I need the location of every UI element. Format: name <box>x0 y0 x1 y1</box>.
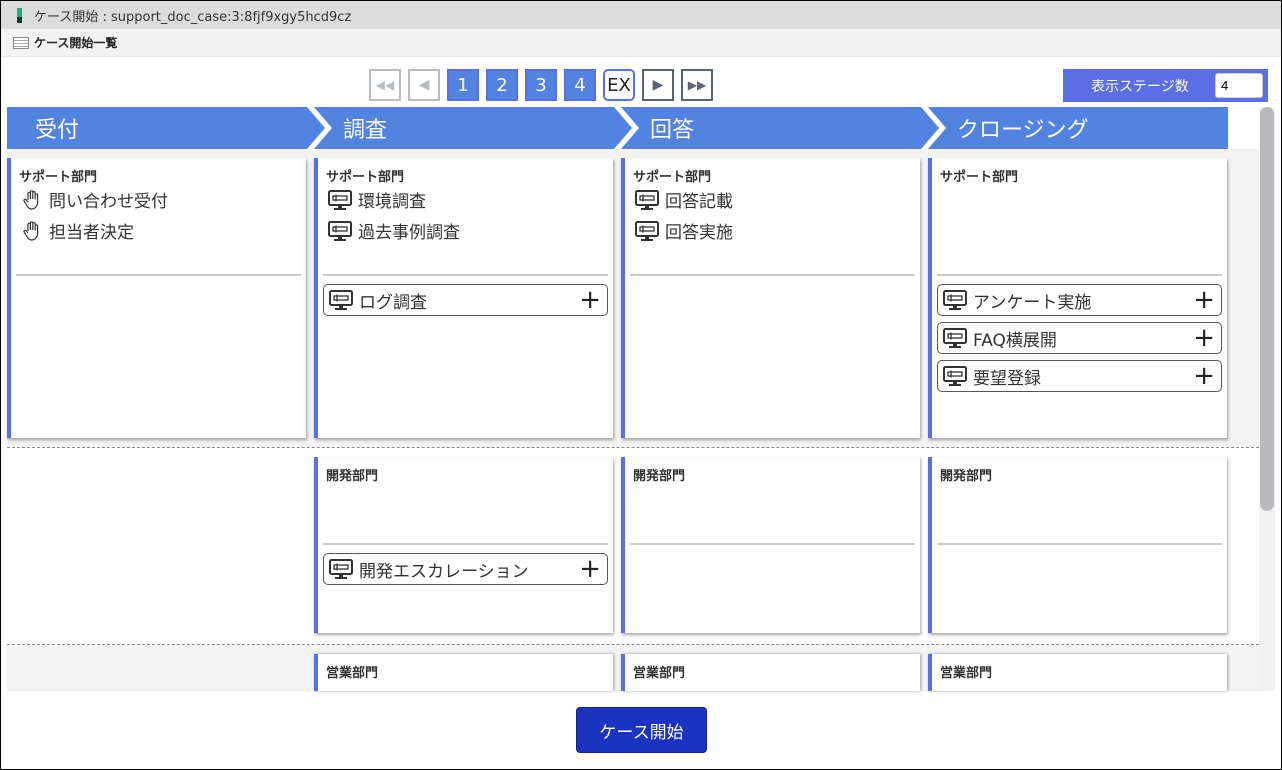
last-page-button[interactable]: ▶▶ <box>681 69 713 101</box>
card-divider <box>630 274 915 276</box>
department-label: 営業部門 <box>633 666 686 681</box>
subheader: ケース開始一覧 <box>1 29 1281 57</box>
department-label: 営業部門 <box>940 666 993 681</box>
stage-chousa: 調査 <box>343 118 388 143</box>
page-1-button[interactable]: 1 <box>447 69 479 101</box>
task-item[interactable]: 回答記載 <box>625 184 920 215</box>
stage-count-input[interactable] <box>1215 73 1263 98</box>
task-label: 過去事例調査 <box>358 223 460 243</box>
page-3-button[interactable]: 3 <box>525 69 557 101</box>
subheader-label: ケース開始一覧 <box>34 36 118 50</box>
task-label: 回答記載 <box>665 192 733 212</box>
monitor-icon <box>635 220 659 241</box>
stage-header: 受付 調査 回答 クロージング <box>7 107 1228 149</box>
monitor-icon <box>328 189 352 210</box>
window-title: ケース開始 : support_doc_case:3:8fjf9xgy5hcd9… <box>34 9 352 25</box>
optional-task-label: ログ調査 <box>359 292 427 313</box>
scrollbar-thumb[interactable] <box>1260 107 1274 511</box>
monitor-icon <box>328 220 352 241</box>
monitor-icon <box>635 189 659 210</box>
department-card: 営業部門 <box>314 654 613 691</box>
plus-icon[interactable]: + <box>1193 363 1215 389</box>
task-label: 回答実施 <box>665 223 733 243</box>
plus-icon[interactable]: + <box>1193 287 1215 313</box>
card-divider <box>16 274 301 276</box>
title-bar: ケース開始 : support_doc_case:3:8fjf9xgy5hcd9… <box>1 1 1281 29</box>
department-card: サポート部門問い合わせ受付 担当者決定 <box>7 158 306 438</box>
monitor-icon <box>329 290 353 310</box>
card-divider <box>323 274 608 276</box>
page-2-button[interactable]: 2 <box>486 69 518 101</box>
first-page-button[interactable]: ◀◀ <box>369 69 401 101</box>
stage-pager: ◀◀ ◀ 1 2 3 4 EX ▶ ▶▶ <box>369 69 713 101</box>
department-label: 開発部門 <box>940 469 993 484</box>
vertical-scrollbar[interactable] <box>1259 107 1275 691</box>
task-item[interactable]: 環境調査 <box>318 184 613 215</box>
department-label: サポート部門 <box>326 170 405 185</box>
card-divider <box>937 274 1222 276</box>
department-label: 開発部門 <box>326 469 379 484</box>
department-card: サポート部門環境調査過去事例調査 ログ調査 + <box>314 158 613 438</box>
department-card: 開発部門 <box>928 457 1227 633</box>
optional-task[interactable]: 要望登録 + <box>937 360 1222 392</box>
plus-icon[interactable]: + <box>579 287 601 313</box>
stage-grid: サポート部門 問い合わせ受付 担当者決定 サポート部門 環境調査 過去事例調査 ログ調査 + サ… <box>7 149 1259 691</box>
task-label: 環境調査 <box>358 192 426 212</box>
department-label: 開発部門 <box>633 469 686 484</box>
department-label: 営業部門 <box>326 666 379 681</box>
task-item[interactable]: 過去事例調査 <box>318 215 613 246</box>
card-divider <box>630 543 915 545</box>
page-4-button[interactable]: 4 <box>564 69 596 101</box>
department-card: サポート部門アンケート実施 + FAQ横展開 + 要望登録 + <box>928 158 1227 438</box>
stage-closing: クロージング <box>957 118 1089 143</box>
department-card: 営業部門 <box>621 654 920 691</box>
stage-count-control: 表示ステージ数 <box>1063 69 1268 102</box>
next-page-button[interactable]: ▶ <box>642 69 674 101</box>
hand-icon <box>23 189 39 210</box>
optional-task-label: FAQ横展開 <box>973 330 1057 351</box>
stage-kaitou: 回答 <box>650 118 695 143</box>
optional-task[interactable]: FAQ横展開 + <box>937 322 1222 354</box>
card-divider <box>323 543 608 545</box>
plus-icon[interactable]: + <box>579 556 601 582</box>
optional-task[interactable]: アンケート実施 + <box>937 284 1222 316</box>
card-divider <box>937 543 1222 545</box>
department-label: サポート部門 <box>19 170 98 185</box>
department-card: 開発部門開発エスカレーション + <box>314 457 613 633</box>
task-label: 担当者決定 <box>49 223 134 243</box>
task-label: 問い合わせ受付 <box>49 192 168 212</box>
optional-task[interactable]: 開発エスカレーション + <box>323 553 608 585</box>
ex-button[interactable]: EX <box>603 69 635 101</box>
monitor-icon <box>943 366 967 386</box>
plus-icon[interactable]: + <box>1193 325 1215 351</box>
monitor-icon <box>943 290 967 310</box>
optional-task-label: 開発エスカレーション <box>359 561 529 582</box>
department-card: サポート部門回答記載回答実施 <box>621 158 920 438</box>
department-label: サポート部門 <box>633 170 712 185</box>
task-item[interactable]: 担当者決定 <box>11 215 306 246</box>
start-case-button[interactable]: ケース開始 <box>576 707 707 753</box>
hand-icon <box>23 220 39 241</box>
app-icon <box>17 7 22 23</box>
department-card: 営業部門 <box>928 654 1227 691</box>
monitor-icon <box>943 328 967 348</box>
optional-task-label: 要望登録 <box>973 368 1041 389</box>
optional-task-label: アンケート実施 <box>973 292 1092 313</box>
prev-page-button[interactable]: ◀ <box>408 69 440 101</box>
department-label: サポート部門 <box>940 170 1019 185</box>
monitor-icon <box>329 559 353 579</box>
list-icon <box>13 36 29 49</box>
stage-count-label: 表示ステージ数 <box>1091 78 1189 95</box>
task-item[interactable]: 回答実施 <box>625 215 920 246</box>
optional-task[interactable]: ログ調査 + <box>323 284 608 316</box>
department-card: 開発部門 <box>621 457 920 633</box>
stage-uketsuke: 受付 <box>35 118 80 143</box>
task-item[interactable]: 問い合わせ受付 <box>11 184 306 215</box>
